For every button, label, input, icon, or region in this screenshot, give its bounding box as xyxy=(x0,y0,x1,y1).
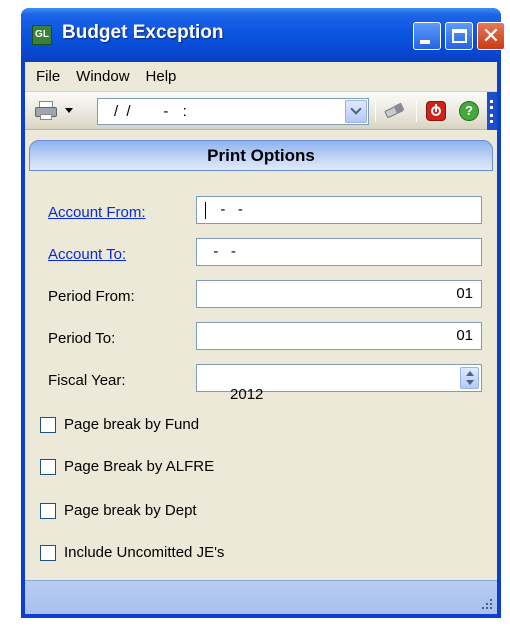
include-uncomitted-je-checkbox[interactable] xyxy=(40,544,56,561)
printer-icon[interactable] xyxy=(35,101,59,121)
account-from-input[interactable]: - - xyxy=(196,196,482,224)
account-to-value: - - xyxy=(205,243,236,260)
stop-icon[interactable] xyxy=(426,101,446,121)
page-break-by-dept-option[interactable]: Page break by Dept xyxy=(40,502,197,519)
page-break-by-alfre-label: Page Break by ALFRE xyxy=(64,458,215,475)
toolbar: / / - : ? xyxy=(25,92,497,130)
window-client-area: File Window Help / / - : ? Print Options… xyxy=(25,62,497,614)
page-break-by-fund-option[interactable]: Page break by Fund xyxy=(40,416,199,433)
account-to-input[interactable]: - - xyxy=(196,238,482,266)
page-break-by-alfre-checkbox[interactable] xyxy=(40,458,56,475)
print-dropdown-arrow-icon[interactable] xyxy=(65,108,73,113)
app-gl-icon: GL xyxy=(32,25,52,45)
minimize-button[interactable] xyxy=(413,22,441,50)
page-break-by-dept-checkbox[interactable] xyxy=(40,502,56,519)
spin-up-icon xyxy=(466,371,474,376)
period-to-label: Period To: xyxy=(48,330,116,347)
menu-bar: File Window Help xyxy=(25,62,497,92)
menu-window[interactable]: Window xyxy=(76,68,129,85)
period-to-value: 01 xyxy=(456,327,473,344)
menu-help[interactable]: Help xyxy=(146,68,177,85)
spin-down-icon xyxy=(466,380,474,385)
period-to-input[interactable]: 01 xyxy=(196,322,482,350)
close-button[interactable]: ✕ xyxy=(477,22,505,50)
include-uncomitted-je-option[interactable]: Include Uncomitted JE's xyxy=(40,544,224,561)
title-bar[interactable]: GL Budget Exception ✕ xyxy=(21,8,505,62)
minimize-icon xyxy=(420,40,430,44)
eraser-icon[interactable] xyxy=(383,102,405,119)
period-from-value: 01 xyxy=(456,285,473,302)
account-from-link[interactable]: Account From: xyxy=(48,204,146,221)
date-time-combo[interactable]: / / - : xyxy=(97,98,369,125)
menu-file[interactable]: File xyxy=(36,68,60,85)
print-options-header: Print Options xyxy=(29,140,493,171)
fiscal-year-value: 2012 xyxy=(230,386,264,403)
maximize-button[interactable] xyxy=(445,22,473,50)
fiscal-year-spinner[interactable]: 2012 xyxy=(196,364,482,403)
period-from-input[interactable]: 01 xyxy=(196,280,482,308)
account-to-link[interactable]: Account To: xyxy=(48,246,126,263)
fiscal-year-label: Fiscal Year: xyxy=(48,372,126,389)
page-break-by-fund-checkbox[interactable] xyxy=(40,416,56,433)
toolbar-separator xyxy=(375,100,376,122)
budget-exception-window: GL Budget Exception ✕ File Window Help /… xyxy=(21,8,505,618)
maximize-icon xyxy=(452,29,467,43)
fiscal-year-spin-buttons[interactable] xyxy=(460,367,479,389)
resize-grip-icon[interactable] xyxy=(481,598,493,610)
help-icon[interactable]: ? xyxy=(459,101,479,121)
window-title: Budget Exception xyxy=(62,22,224,43)
include-uncomitted-je-label: Include Uncomitted JE's xyxy=(64,544,225,561)
toolbar-overflow-grip[interactable] xyxy=(487,92,497,130)
status-bar xyxy=(25,580,497,614)
page-break-by-alfre-option[interactable]: Page Break by ALFRE xyxy=(40,458,214,475)
page-break-by-fund-label: Page break by Fund xyxy=(64,416,200,433)
text-caret xyxy=(205,201,206,219)
account-from-value: - - xyxy=(212,201,243,218)
toolbar-separator xyxy=(416,100,417,122)
combo-dropdown-button[interactable] xyxy=(345,100,367,123)
period-from-label: Period From: xyxy=(48,288,135,305)
chevron-down-icon xyxy=(350,103,362,115)
page-break-by-dept-label: Page break by Dept xyxy=(64,502,197,519)
close-icon: ✕ xyxy=(481,23,501,48)
date-time-combo-value: / / - : xyxy=(114,103,189,120)
